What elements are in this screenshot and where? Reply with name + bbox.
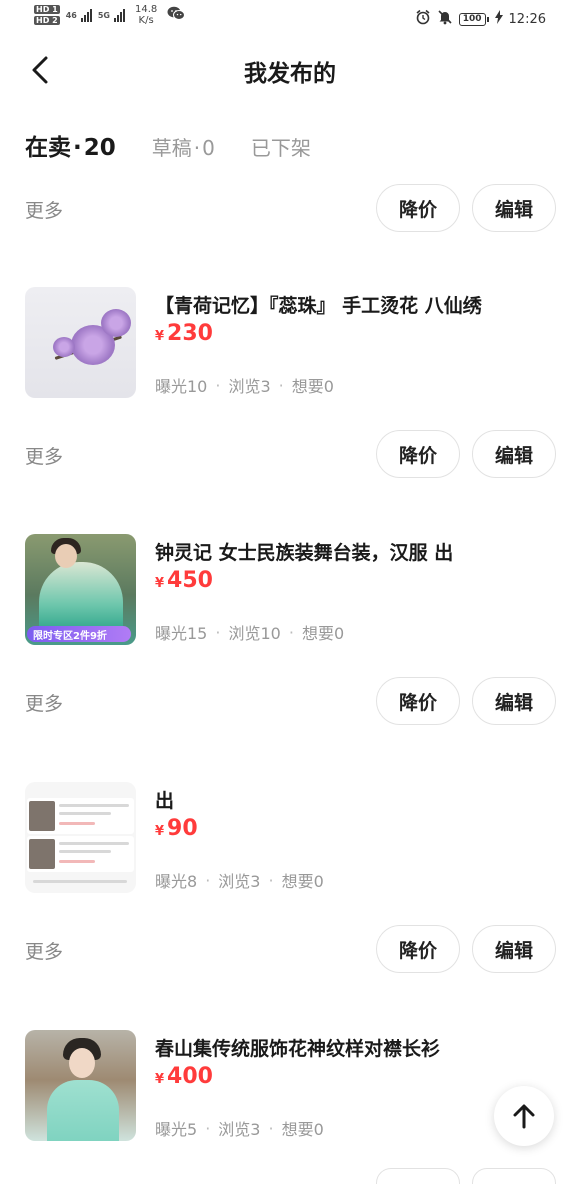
want-count: 想要0 (281, 1120, 324, 1139)
tab-on-sale-count: 20 (83, 135, 116, 161)
exposure-count: 曝光10 (155, 377, 208, 396)
promo-banner: 限时专区2件9折 (27, 626, 131, 642)
more-link[interactable]: 更多 (25, 442, 63, 469)
speed-value: 14.8 (134, 4, 158, 15)
tab-drafts[interactable]: 草稿 · 0 (152, 132, 215, 161)
alarm-icon (415, 9, 431, 29)
item-actions-row: 更多 降价 编辑 (0, 184, 580, 234)
item-title: 【青荷记忆】『蕊珠』 手工烫花 八仙绣 (155, 295, 482, 317)
tab-on-sale[interactable]: 在卖 · 20 (25, 128, 116, 162)
item-thumbnail[interactable] (25, 1030, 136, 1141)
item-actions-row: 更多 降价 编辑 (0, 430, 580, 480)
item-price: ¥ 400 (155, 1064, 213, 1089)
edit-button[interactable]: 编辑 (472, 925, 556, 973)
currency-symbol: ¥ (155, 576, 165, 591)
price-cut-button[interactable]: 降价 (376, 925, 460, 973)
listing-item[interactable]: 春山集传统服饰花神纹样对襟长衫 ¥ 400 曝光5 · 浏览3 · 想要0 (0, 1030, 580, 1142)
item-actions-row: 更多 降价 编辑 (0, 677, 580, 727)
battery-level: 100 (458, 12, 486, 26)
price-value: 230 (167, 321, 213, 346)
exposure-count: 曝光8 (155, 872, 198, 891)
item-thumbnail[interactable] (25, 782, 136, 893)
currency-symbol: ¥ (155, 1072, 165, 1087)
scroll-to-top-button[interactable] (494, 1086, 554, 1146)
item-price: ¥ 450 (155, 568, 213, 593)
battery-icon: 100 (458, 12, 489, 26)
signal-icon (80, 8, 92, 22)
currency-symbol: ¥ (155, 329, 165, 344)
listing-item[interactable]: 出 ¥ 90 曝光8 · 浏览3 · 想要0 (0, 782, 580, 894)
item-stats: 曝光8 · 浏览3 · 想要0 (155, 868, 324, 892)
item-price: ¥ 230 (155, 321, 213, 346)
edit-button-partial[interactable] (472, 1168, 556, 1184)
status-left: HD 1 HD 2 46 5G 14.8 K/s (34, 4, 186, 26)
exposure-count: 曝光15 (155, 624, 208, 643)
mute-icon (437, 9, 453, 29)
charging-icon (494, 10, 503, 28)
more-link[interactable]: 更多 (25, 689, 63, 716)
price-cut-button[interactable]: 降价 (376, 677, 460, 725)
item-stats: 曝光15 · 浏览10 · 想要0 (155, 620, 344, 644)
my-listings-page: HD 1 HD 2 46 5G 14.8 K/s 100 12:26 我发布的 … (0, 0, 580, 1184)
signal-icon-2 (113, 8, 125, 22)
page-title: 我发布的 (244, 61, 336, 87)
price-value: 400 (167, 1064, 213, 1089)
tab-drafts-label: 草稿 (151, 136, 192, 160)
item-stats: 曝光10 · 浏览3 · 想要0 (155, 373, 334, 397)
listing-item[interactable]: 限时专区2件9折 钟灵记 女士民族装舞台装，汉服 出 ¥ 450 曝光15 · … (0, 534, 580, 646)
price-value: 450 (167, 568, 213, 593)
network-type-2: 5G (97, 10, 110, 20)
network-speed: 14.8 K/s (135, 4, 157, 26)
item-title: 春山集传统服饰花神纹样对襟长衫 (155, 1038, 441, 1060)
price-value: 90 (167, 816, 198, 841)
edit-button[interactable]: 编辑 (472, 677, 556, 725)
item-thumbnail[interactable]: 限时专区2件9折 (25, 534, 136, 645)
want-count: 想要0 (281, 872, 324, 891)
arrow-up-icon (513, 1104, 535, 1129)
exposure-count: 曝光5 (155, 1120, 198, 1139)
item-price: ¥ 90 (155, 816, 198, 841)
price-cut-button-partial[interactable] (376, 1168, 460, 1184)
price-cut-button[interactable]: 降价 (376, 430, 460, 478)
item-stats: 曝光5 · 浏览3 · 想要0 (155, 1116, 324, 1140)
view-count: 浏览3 (228, 377, 271, 396)
hd-icon: HD 1 HD 2 (34, 5, 60, 25)
status-right: 100 12:26 (415, 9, 546, 29)
want-count: 想要0 (291, 377, 334, 396)
tab-delisted[interactable]: 已下架 (251, 132, 311, 161)
want-count: 想要0 (301, 624, 345, 643)
tab-delisted-label: 已下架 (250, 136, 311, 160)
item-actions-row: 更多 降价 编辑 (0, 925, 580, 975)
clock: 12:26 (508, 11, 546, 27)
edit-button[interactable]: 编辑 (472, 430, 556, 478)
listing-item[interactable]: 【青荷记忆】『蕊珠』 手工烫花 八仙绣 ¥ 230 曝光10 · 浏览3 · 想… (0, 287, 580, 399)
item-thumbnail[interactable] (25, 287, 136, 398)
nav-bar: 我发布的 (0, 40, 580, 100)
item-title: 钟灵记 女士民族装舞台装，汉服 出 (155, 542, 454, 564)
view-count: 浏览3 (218, 1120, 261, 1139)
status-bar: HD 1 HD 2 46 5G 14.8 K/s 100 12:26 (0, 0, 580, 36)
price-cut-button[interactable]: 降价 (376, 184, 460, 232)
network-type-1: 46 (65, 10, 77, 20)
tab-on-sale-label: 在卖 (25, 135, 71, 161)
hd2-badge: HD 2 (34, 16, 60, 25)
speed-unit: K/s (138, 15, 154, 26)
tab-drafts-count: 0 (202, 136, 215, 160)
item-title: 出 (155, 790, 175, 812)
currency-symbol: ¥ (155, 824, 165, 839)
more-link[interactable]: 更多 (25, 937, 63, 964)
hd1-badge: HD 1 (34, 5, 60, 14)
edit-button[interactable]: 编辑 (472, 184, 556, 232)
view-count: 浏览10 (228, 624, 281, 643)
wechat-icon (167, 6, 186, 25)
status-tabs: 在卖 · 20 草稿 · 0 已下架 (25, 128, 347, 162)
view-count: 浏览3 (218, 872, 261, 891)
more-link[interactable]: 更多 (25, 196, 63, 223)
